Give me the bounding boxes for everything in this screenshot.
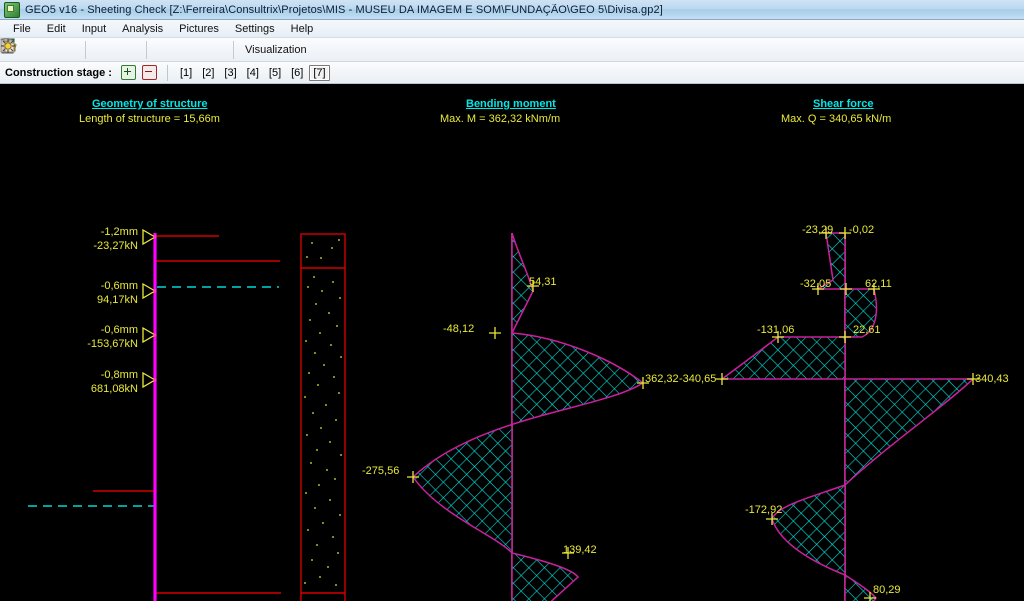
stage-button-6[interactable]: [6] (287, 65, 307, 81)
drawing-canvas[interactable]: Geometry of structure Length of structur… (0, 85, 1024, 601)
shear-label-34065: -340,65 (679, 373, 717, 385)
construction-stage-bar: Construction stage : [1] [2] [3] [4] [5]… (0, 62, 1024, 84)
visualization-label: Visualization (245, 43, 307, 56)
menu-item-file[interactable]: File (5, 21, 39, 37)
construction-stage-label: Construction stage : (5, 66, 112, 79)
anchor-1-force: -23,27kN (93, 240, 138, 252)
remove-stage-button[interactable] (141, 65, 157, 80)
bending-label-362: 362,32 (645, 373, 679, 385)
menu-item-pictures[interactable]: Pictures (171, 21, 227, 37)
shear-label-3205: -32,05 (800, 278, 832, 290)
app-icon (4, 1, 20, 18)
menu-item-settings[interactable]: Settings (227, 21, 283, 37)
bending-label-139: 139,42 (563, 544, 597, 556)
anchor-2-displacement: -0,6mm (100, 280, 138, 292)
shear-label-34043: 340,43 (975, 373, 1009, 385)
shear-label-8029: 80,29 (873, 584, 901, 596)
anchor-2-force: 94,17kN (97, 294, 138, 306)
main-toolbar: Visualization (0, 38, 1024, 62)
add-stage-button[interactable] (120, 65, 136, 80)
stage-button-2[interactable]: [2] (198, 65, 218, 81)
copy-view-2-button[interactable] (0, 38, 141, 61)
shear-label-13106: -131,06 (757, 324, 795, 336)
toolbar-separator-3 (233, 40, 234, 59)
stage-button-5[interactable]: [5] (265, 65, 285, 81)
anchor-4-force: 681,08kN (90, 383, 138, 395)
shear-label-2329: -23,29 (802, 224, 834, 236)
geometry-drawing (28, 228, 346, 601)
stage-button-4[interactable]: [4] (243, 65, 263, 81)
open-file-button[interactable] (0, 39, 54, 61)
shear-label-6211: 62,11 (865, 278, 892, 290)
menu-item-edit[interactable]: Edit (39, 21, 74, 37)
bending-label-54: 54,31 (529, 276, 557, 288)
anchor-3-displacement: -0,6mm (100, 324, 138, 336)
anchor-3-force: -153,67kN (87, 338, 138, 350)
toolbar-separator-1 (85, 40, 86, 59)
menu-item-analysis[interactable]: Analysis (114, 21, 171, 37)
visualization-button[interactable]: Visualization (1, 39, 314, 61)
shear-label-002: -0,02 (849, 224, 875, 236)
menu-item-input[interactable]: Input (74, 21, 114, 37)
shear-label-2261: 22,61 (853, 324, 881, 336)
stage-separator (166, 64, 168, 81)
bending-panel-title: Bending moment (466, 98, 556, 110)
toolbar-separator-2 (146, 40, 147, 59)
copy-button[interactable] (0, 38, 176, 61)
bending-label-275: -275,56 (362, 465, 400, 477)
soil-profile-column (300, 233, 346, 601)
save-file-button[interactable] (0, 38, 80, 61)
copy-dropdown-button[interactable] (1, 39, 202, 61)
shear-label-17292: -172,92 (745, 504, 783, 516)
window-title-bar: GEO5 v16 - Sheeting Check [Z:\Ferreira\C… (0, 0, 1024, 20)
anchor-1-displacement: -1,2mm (100, 226, 138, 238)
menu-bar: File Edit Input Analysis Pictures Settin… (0, 20, 1024, 38)
menu-item-help[interactable]: Help (283, 21, 322, 37)
stage-button-1[interactable]: [1] (176, 65, 196, 81)
copy-view-button[interactable] (0, 38, 115, 61)
bending-panel-subtitle: Max. M = 362,32 kNm/m (440, 113, 561, 125)
shear-panel-title: Shear force (813, 98, 874, 110)
window-title: GEO5 v16 - Sheeting Check [Z:\Ferreira\C… (25, 3, 663, 16)
shear-panel-subtitle: Max. Q = 340,65 kN/m (781, 113, 892, 125)
bending-label-48: -48,12 (443, 323, 475, 335)
stage-button-3[interactable]: [3] (220, 65, 240, 81)
paste-button[interactable] (0, 38, 228, 61)
stage-button-7[interactable]: [7] (309, 64, 330, 81)
anchor-4-displacement: -0,8mm (100, 369, 138, 381)
